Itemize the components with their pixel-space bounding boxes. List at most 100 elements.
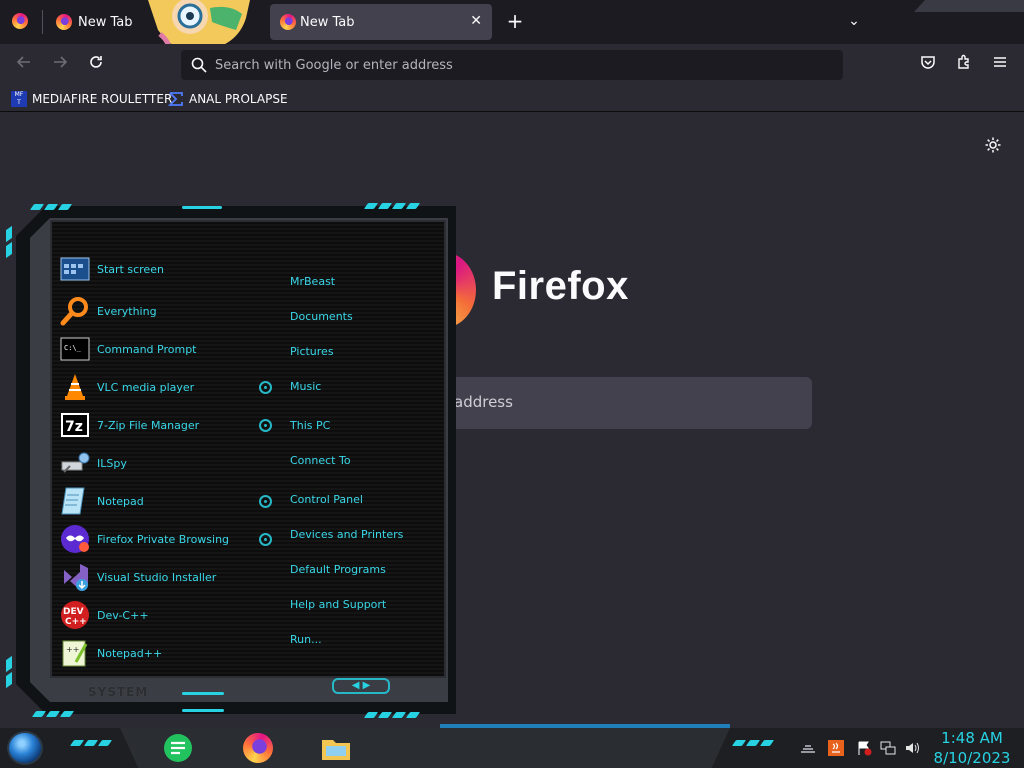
action-center-flag-icon[interactable] (856, 740, 872, 756)
volume-icon[interactable] (904, 740, 920, 756)
taskbar-glow (440, 724, 730, 728)
taskbar: 1:48 AM 8/10/2023 (0, 724, 1024, 768)
program-ilspy[interactable]: ILSpy (60, 448, 260, 478)
program-command-prompt[interactable]: C:\_ Command Prompt (60, 334, 260, 364)
bookmark-label: ANAL PROLAPSE (189, 92, 288, 106)
firefox-icon (243, 733, 273, 763)
place-music[interactable]: Music (290, 380, 321, 393)
decor-ticks (363, 203, 421, 209)
search-icon (191, 57, 207, 73)
private-browsing-icon (60, 524, 90, 554)
vlc-cone-icon (60, 372, 90, 402)
program-notepad[interactable]: Notepad (60, 486, 260, 516)
submenu-arrow-icon (259, 381, 272, 394)
decor-ticks (29, 204, 73, 210)
bookmarks-toolbar: MF T MEDIAFIRE ROULETTER ANAL PROLAPSE (0, 86, 1024, 112)
tab-bar: New Tab New Tab ✕ + ⌄ (0, 0, 1024, 55)
start-orb-button[interactable] (7, 731, 43, 765)
svg-text:DEV: DEV (63, 607, 84, 617)
place-pictures[interactable]: Pictures (290, 345, 334, 358)
program-devcpp[interactable]: DEV C++ Dev-C++ (60, 600, 260, 630)
decor-bar (182, 692, 224, 695)
place-connect-to[interactable]: Connect To (290, 454, 351, 467)
pocket-button[interactable] (914, 52, 942, 78)
place-mrbeast[interactable]: MrBeast (290, 275, 335, 288)
reload-button[interactable] (82, 52, 110, 78)
start-screen-icon (60, 254, 90, 284)
chevron-right-icon: ▶ (362, 680, 371, 691)
forward-arrow-icon (54, 56, 68, 68)
decor-side-tick (6, 655, 12, 673)
list-all-tabs-button[interactable]: ⌄ (844, 10, 864, 32)
taskbar-file-explorer[interactable] (320, 732, 352, 764)
url-input[interactable] (215, 50, 815, 80)
firefox-view-icon[interactable] (12, 13, 28, 29)
gear-icon (985, 137, 1001, 153)
pocket-icon (921, 56, 935, 69)
decor-bar (182, 709, 224, 712)
place-documents[interactable]: Documents (290, 310, 353, 323)
place-default-programs[interactable]: Default Programs (290, 563, 386, 576)
tab-label: New Tab (300, 14, 355, 30)
address-bar[interactable] (181, 50, 843, 80)
program-label: Everything (97, 304, 157, 318)
navigation-toolbar (0, 44, 1024, 86)
system-clock[interactable]: 1:48 AM 8/10/2023 (928, 728, 1016, 768)
7zip-icon: 7z (60, 410, 90, 440)
page-settings-button[interactable] (984, 136, 1002, 154)
firefox-wordmark: Firefox (492, 264, 629, 308)
svg-text:7z: 7z (65, 419, 83, 435)
program-label: Notepad++ (97, 646, 163, 660)
program-everything[interactable]: Everything (60, 296, 260, 326)
program-label: Start screen (97, 262, 164, 276)
place-run[interactable]: Run... (290, 633, 322, 646)
program-7zip[interactable]: 7z 7-Zip File Manager (60, 410, 260, 440)
desktop-screen: New Tab New Tab ✕ + ⌄ Search with Google… (0, 0, 1024, 768)
decor-side-tick (6, 225, 12, 243)
submenu-arrow-icon (259, 495, 272, 508)
program-vlc[interactable]: VLC media player (60, 372, 260, 402)
program-vs-installer[interactable]: Visual Studio Installer (60, 562, 260, 592)
decor-bar (182, 206, 222, 209)
svg-text:++: ++ (66, 645, 79, 654)
submenu-arrow-icon (259, 419, 272, 432)
svg-text:C++: C++ (65, 617, 87, 627)
program-start-screen[interactable]: Start screen (60, 254, 260, 284)
decor-ticks (31, 711, 75, 717)
tab-new-tab-2[interactable]: New Tab ✕ (270, 4, 492, 40)
tray-java-icon[interactable] (828, 740, 844, 756)
clock-date: 8/10/2023 (933, 749, 1011, 767)
bookmark-mediafire-rouletter[interactable]: MF T MEDIAFIRE ROULETTER (11, 89, 172, 109)
reload-icon (90, 56, 102, 68)
app-menu-button[interactable] (986, 52, 1014, 78)
place-devices-and-printers[interactable]: Devices and Printers (290, 528, 403, 541)
bookmark-anal-prolapse[interactable]: ANAL PROLAPSE (167, 89, 288, 109)
show-hidden-icons[interactable] (800, 740, 816, 756)
network-icon[interactable] (880, 740, 896, 756)
extensions-button[interactable] (950, 52, 978, 78)
program-notepadpp[interactable]: ++ Notepad++ (60, 638, 260, 668)
program-label: Command Prompt (97, 342, 197, 356)
submenu-arrow-icon (259, 533, 272, 546)
back-button[interactable] (10, 52, 38, 78)
back-arrow-icon (16, 56, 30, 68)
hamburger-icon (994, 57, 1006, 67)
cmd-icon: C:\_ (60, 334, 90, 364)
place-control-panel[interactable]: Control Panel (290, 493, 363, 506)
decor-ticks (363, 712, 421, 718)
power-options-button[interactable]: ◀ ▶ (332, 678, 390, 694)
tab-new-tab-1[interactable]: New Tab (48, 4, 138, 40)
close-tab-icon[interactable]: ✕ (470, 13, 482, 29)
firefox-tab-icon (280, 14, 296, 30)
taskbar-strip (120, 728, 730, 768)
program-firefox-private[interactable]: Firefox Private Browsing (60, 524, 260, 554)
file-explorer-icon (322, 740, 350, 760)
place-this-pc[interactable]: This PC (290, 419, 330, 432)
taskbar-notes-app[interactable] (162, 732, 194, 764)
new-tab-button[interactable]: + (504, 10, 526, 32)
firefox-tab-icon (56, 14, 72, 30)
forward-button[interactable] (46, 52, 74, 78)
taskbar-firefox[interactable] (242, 732, 274, 764)
program-label: 7-Zip File Manager (97, 418, 200, 432)
place-help-and-support[interactable]: Help and Support (290, 598, 386, 611)
